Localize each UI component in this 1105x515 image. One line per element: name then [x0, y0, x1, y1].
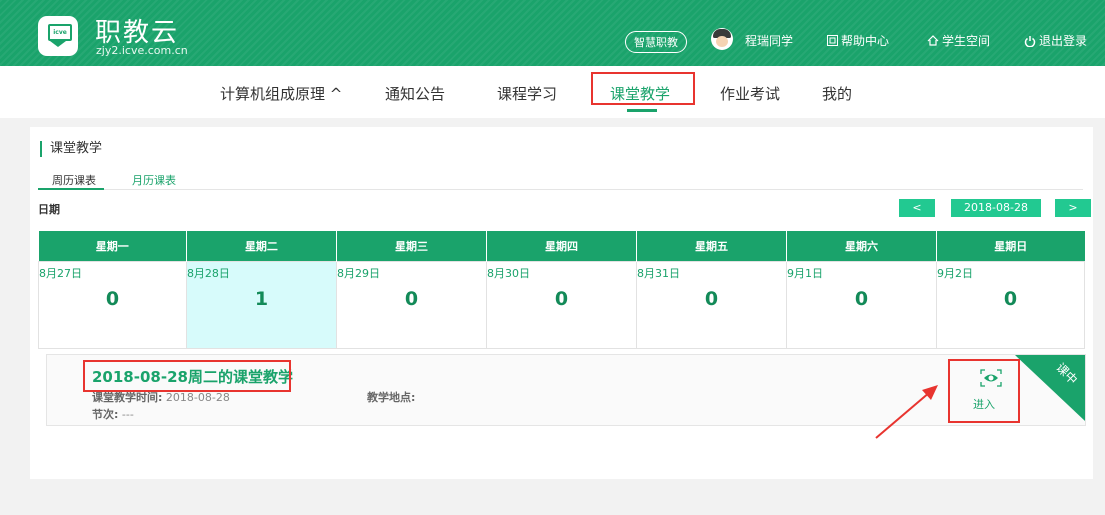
day-count: 0	[554, 288, 569, 310]
tab-week[interactable]: 周历课表	[52, 172, 96, 188]
class-place: 教学地点:	[367, 389, 415, 405]
help-icon	[827, 35, 838, 46]
help-center-link[interactable]: 帮助中心	[827, 32, 889, 49]
day-count: 1	[254, 288, 269, 310]
weekday-header: 星期二	[186, 231, 337, 262]
day-cell[interactable]: 8月29日 0	[335, 261, 487, 349]
nav-course-select[interactable]: 计算机组成原理 ^	[220, 83, 342, 104]
class-period: 节次: ---	[92, 406, 134, 422]
day-cell-today[interactable]: 8月28日 1	[185, 261, 337, 349]
student-space-label: 学生空间	[942, 34, 991, 48]
day-date: 8月31日	[636, 267, 680, 280]
highlight-box-enter	[948, 359, 1020, 423]
weekday-header: 星期六	[786, 231, 938, 262]
class-place-label: 教学地点:	[367, 391, 416, 404]
weekday-header: 星期五	[636, 231, 788, 262]
logo-text: icve	[48, 24, 72, 41]
day-date: 9月1日	[787, 267, 823, 280]
day-cell[interactable]: 9月2日 0	[936, 261, 1085, 349]
logo-triangle	[50, 41, 66, 47]
smart-edu-button[interactable]: 智慧职教	[625, 31, 687, 53]
day-date: 9月2日	[937, 267, 974, 280]
next-week-button[interactable]: >	[1055, 199, 1091, 217]
tab-divider	[38, 189, 1083, 190]
annotation-arrow-icon	[875, 385, 938, 439]
day-cell[interactable]: 8月27日 0	[38, 261, 187, 349]
highlight-box-title	[83, 360, 291, 392]
date-label: 日期	[38, 203, 60, 216]
status-ribbon	[1015, 355, 1085, 421]
nav-active-indicator	[627, 109, 657, 112]
logout-label: 退出登录	[1039, 34, 1088, 48]
avatar-face	[716, 36, 728, 47]
day-count: 0	[854, 288, 869, 310]
current-date[interactable]: 2018-08-28	[951, 199, 1041, 217]
day-cell[interactable]: 9月1日 0	[785, 261, 938, 349]
nav-homework[interactable]: 作业考试	[720, 83, 780, 104]
top-bar: icve 职教云 zjy2.icve.com.cn 智慧职教 程瑞同学 帮助中心…	[0, 0, 1105, 66]
user-name[interactable]: 程瑞同学	[745, 32, 793, 49]
icve-logo[interactable]: icve	[38, 16, 78, 56]
panel-title: 课堂教学	[40, 141, 102, 157]
day-date: 8月30日	[486, 267, 530, 280]
logout-link[interactable]: 退出登录	[1024, 32, 1087, 49]
class-time-label: 课堂教学时间:	[92, 391, 163, 404]
help-center-label: 帮助中心	[841, 34, 890, 48]
nav-mine[interactable]: 我的	[822, 83, 852, 104]
weekday-header: 星期三	[336, 231, 487, 262]
power-icon	[1024, 35, 1036, 47]
day-date: 8月28日	[186, 267, 230, 280]
day-count: 0	[404, 288, 419, 310]
day-date: 8月27日	[39, 267, 82, 280]
class-period-label: 节次:	[92, 408, 119, 421]
day-count: 0	[704, 288, 719, 310]
weekday-header: 星期日	[936, 231, 1085, 262]
weekday-header: 星期四	[486, 231, 637, 262]
brand-subtitle: zjy2.icve.com.cn	[96, 44, 188, 57]
weekday-header: 星期一	[38, 231, 187, 262]
day-date: 8月29日	[336, 267, 380, 280]
day-cell[interactable]: 8月30日 0	[485, 261, 637, 349]
prev-week-button[interactable]: <	[899, 199, 935, 217]
class-period-value: ---	[121, 408, 134, 421]
nav-notice[interactable]: 通知公告	[385, 83, 445, 104]
student-space-link[interactable]: 学生空间	[927, 32, 990, 49]
week-table: 星期一 星期二 星期三 星期四 星期五 星期六 星期日 8月27日 0 8月28日…	[38, 231, 1085, 349]
tab-month[interactable]: 月历课表	[132, 172, 176, 188]
user-avatar[interactable]	[711, 28, 733, 50]
tab-active-indicator	[38, 188, 104, 190]
home-icon	[927, 35, 939, 46]
day-count: 0	[1003, 288, 1018, 310]
day-count: 0	[105, 288, 120, 310]
class-time-value: 2018-08-28	[165, 391, 230, 404]
nav-learning[interactable]: 课程学习	[497, 83, 557, 104]
course-nav: 计算机组成原理 ^ 通知公告 课程学习 课堂教学 作业考试 我的	[0, 66, 1105, 118]
highlight-box-nav	[591, 72, 695, 105]
day-cell[interactable]: 8月31日 0	[635, 261, 788, 349]
